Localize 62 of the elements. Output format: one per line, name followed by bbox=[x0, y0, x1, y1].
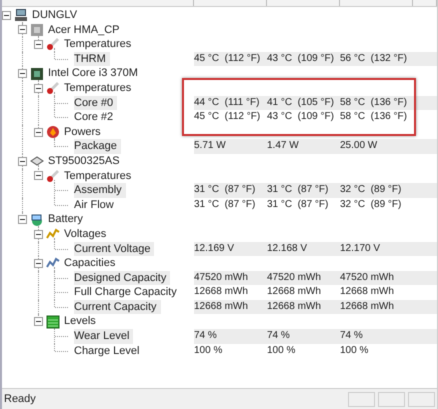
max-cell-text: 100 % bbox=[340, 344, 370, 358]
status-panel bbox=[348, 392, 375, 406]
flame-icon bbox=[46, 125, 60, 140]
chip-icon bbox=[30, 22, 44, 37]
min-cell-text: 43 °C (109 °F) bbox=[267, 110, 335, 124]
level-bars-icon bbox=[46, 314, 60, 329]
sensor-label[interactable]: THRM bbox=[74, 52, 110, 66]
tree-node-label[interactable]: Powers bbox=[64, 124, 105, 140]
min-cell-text: 100 % bbox=[267, 344, 296, 358]
battery-icon bbox=[30, 212, 44, 227]
sensor-label[interactable]: Designed Capacity bbox=[74, 270, 170, 286]
value-cell-text: 45 °C (112 °F) bbox=[194, 110, 262, 124]
wave-icon bbox=[46, 256, 60, 270]
expand-toggle[interactable] bbox=[18, 69, 27, 78]
expand-toggle[interactable] bbox=[34, 317, 43, 326]
sensor-label[interactable]: Charge Level bbox=[74, 344, 144, 358]
expand-toggle[interactable] bbox=[34, 230, 43, 239]
sensor-label[interactable]: Package bbox=[74, 139, 121, 154]
thermometer-icon bbox=[46, 37, 60, 52]
max-cell-text: 32 °C (89 °F) bbox=[340, 198, 402, 212]
thermometer-icon bbox=[46, 81, 60, 96]
wave-icon bbox=[46, 227, 60, 242]
tree-node-label[interactable]: Capacities bbox=[64, 256, 120, 271]
expand-toggle[interactable] bbox=[34, 128, 43, 137]
sensor-label[interactable]: Current Capacity bbox=[74, 300, 161, 314]
tree-node-label[interactable]: Battery bbox=[48, 212, 87, 227]
min-cell-text: 12668 mWh bbox=[267, 285, 322, 300]
expand-toggle[interactable] bbox=[34, 258, 43, 268]
tree-node-label[interactable]: ST9500325AS bbox=[48, 154, 124, 169]
sensor-label[interactable]: Wear Level bbox=[74, 329, 134, 344]
expand-toggle[interactable] bbox=[18, 25, 27, 34]
sensor-label[interactable]: Air Flow bbox=[74, 198, 118, 212]
value-cell-text: 12668 mWh bbox=[194, 285, 249, 300]
tree-node-label[interactable]: Temperatures bbox=[64, 80, 136, 96]
status-text: Ready bbox=[4, 393, 36, 405]
expand-toggle[interactable] bbox=[34, 171, 43, 180]
tree-node-label[interactable]: Temperatures bbox=[64, 37, 136, 52]
sensor-label[interactable]: Assembly bbox=[74, 183, 126, 198]
thermometer-icon bbox=[46, 168, 60, 183]
tree-node-label[interactable]: Temperatures bbox=[64, 168, 136, 184]
expand-toggle[interactable] bbox=[34, 40, 43, 49]
tree-node-label[interactable]: Intel Core i3 370M bbox=[48, 66, 142, 81]
max-cell-text: 58 °C (136 °F) bbox=[340, 110, 408, 124]
status-panel bbox=[378, 392, 405, 406]
expand-toggle[interactable] bbox=[2, 10, 11, 20]
sensor-label[interactable]: Current Voltage bbox=[74, 242, 154, 256]
min-cell-text: 31 °C (87 °F) bbox=[267, 198, 330, 212]
value-cell-text: 31 °C (87 °F) bbox=[194, 198, 256, 212]
tree-node-label[interactable]: Voltages bbox=[64, 226, 110, 242]
tree-node-label[interactable]: Levels bbox=[64, 314, 100, 330]
sensor-label[interactable]: Core #2 bbox=[74, 110, 118, 125]
value-cell-text: 100 % bbox=[194, 344, 224, 358]
expand-toggle[interactable] bbox=[34, 84, 43, 93]
expand-toggle[interactable] bbox=[18, 215, 27, 224]
sensor-label[interactable]: Full Charge Capacity bbox=[74, 285, 181, 300]
expand-toggle[interactable] bbox=[18, 156, 27, 166]
sensor-label[interactable]: Core #0 bbox=[74, 96, 118, 110]
max-cell-text: 12668 mWh bbox=[340, 285, 395, 300]
computer-icon bbox=[14, 8, 28, 22]
tree-node-label[interactable]: DUNGLV bbox=[32, 8, 82, 23]
tree-node-label[interactable]: Acer HMA_CP bbox=[48, 22, 124, 38]
chip-icon bbox=[30, 66, 44, 81]
